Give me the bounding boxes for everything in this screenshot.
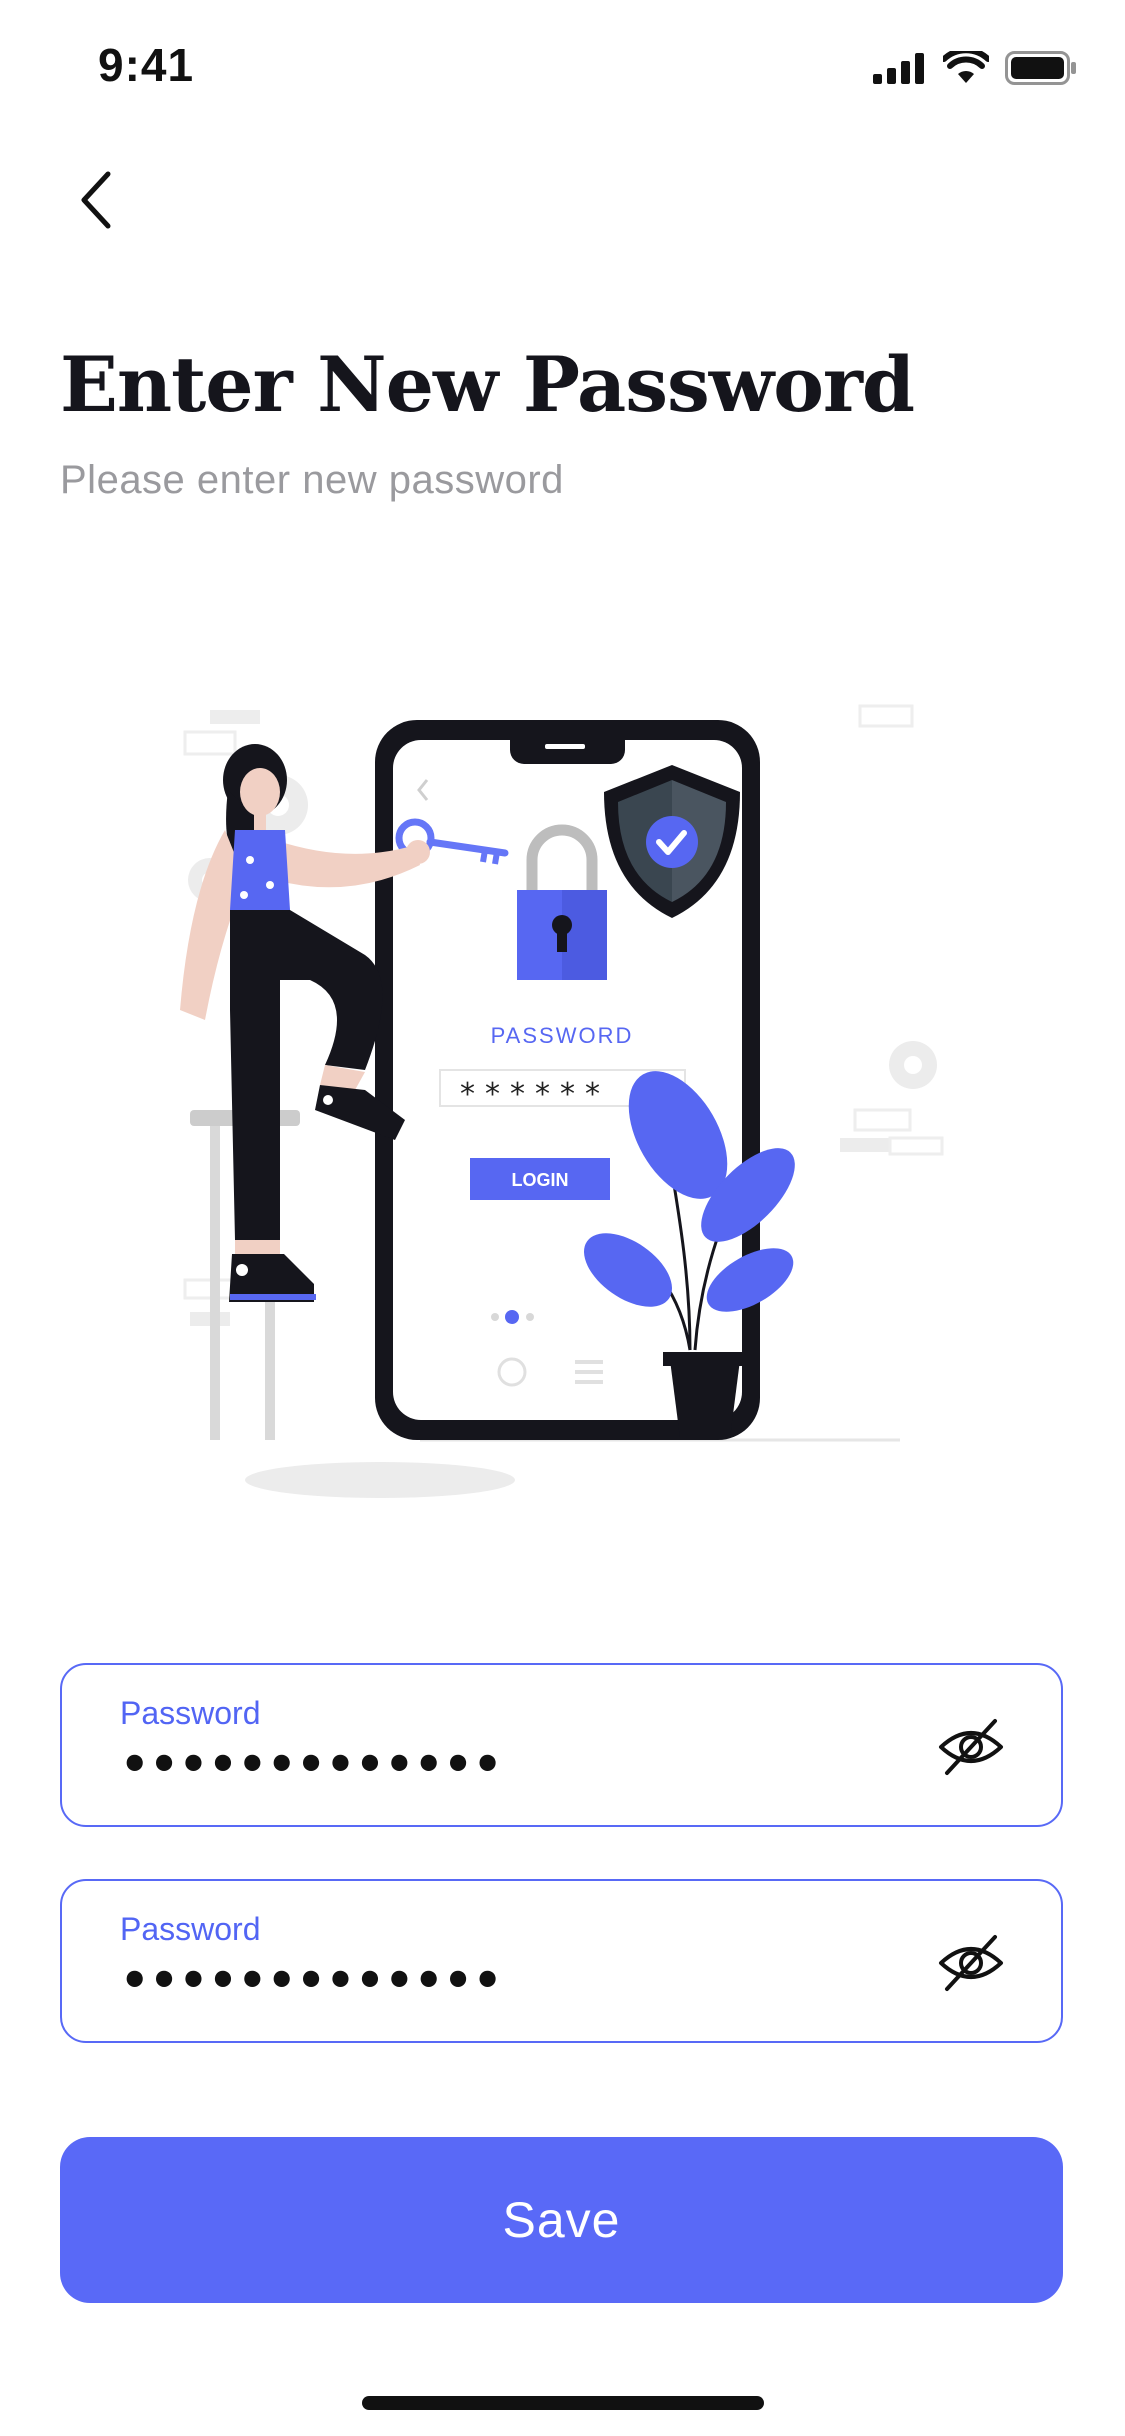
password-label: Password [120, 1911, 261, 1947]
chevron-left-icon [81, 171, 111, 229]
password-field[interactable]: Password ••••••••••••• [60, 1663, 1063, 1827]
battery-icon [1005, 51, 1076, 85]
deco-rect [210, 710, 260, 724]
status-bar: 9:41 [0, 0, 1125, 140]
eye-off-icon[interactable] [935, 1929, 1007, 1997]
page-title: Enter New Password [60, 340, 915, 429]
password-illustration: PASSWORD ****** LOGIN [180, 704, 944, 1498]
wifi-icon [943, 51, 989, 83]
page-subtitle: Please enter new password [60, 458, 564, 502]
status-icons [873, 48, 1077, 88]
back-button[interactable] [60, 160, 140, 240]
password-value[interactable]: ••••••••••••• [120, 1953, 502, 2007]
password-label: Password [120, 1695, 261, 1731]
eye-off-icon[interactable] [935, 1713, 1007, 1781]
illustration-masked-text: ****** [460, 1077, 610, 1112]
signal-icon [873, 53, 924, 84]
ground-shadow [245, 1462, 515, 1498]
illustration-login-label: LOGIN [512, 1170, 569, 1190]
home-indicator [362, 2396, 764, 2410]
password-value[interactable]: ••••••••••••• [120, 1737, 502, 1791]
save-button[interactable]: Save [60, 2137, 1063, 2303]
status-time: 9:41 [98, 39, 195, 91]
confirm-password-field[interactable]: Password ••••••••••••• [60, 1879, 1063, 2043]
illustration-password-label: PASSWORD [491, 1023, 634, 1048]
